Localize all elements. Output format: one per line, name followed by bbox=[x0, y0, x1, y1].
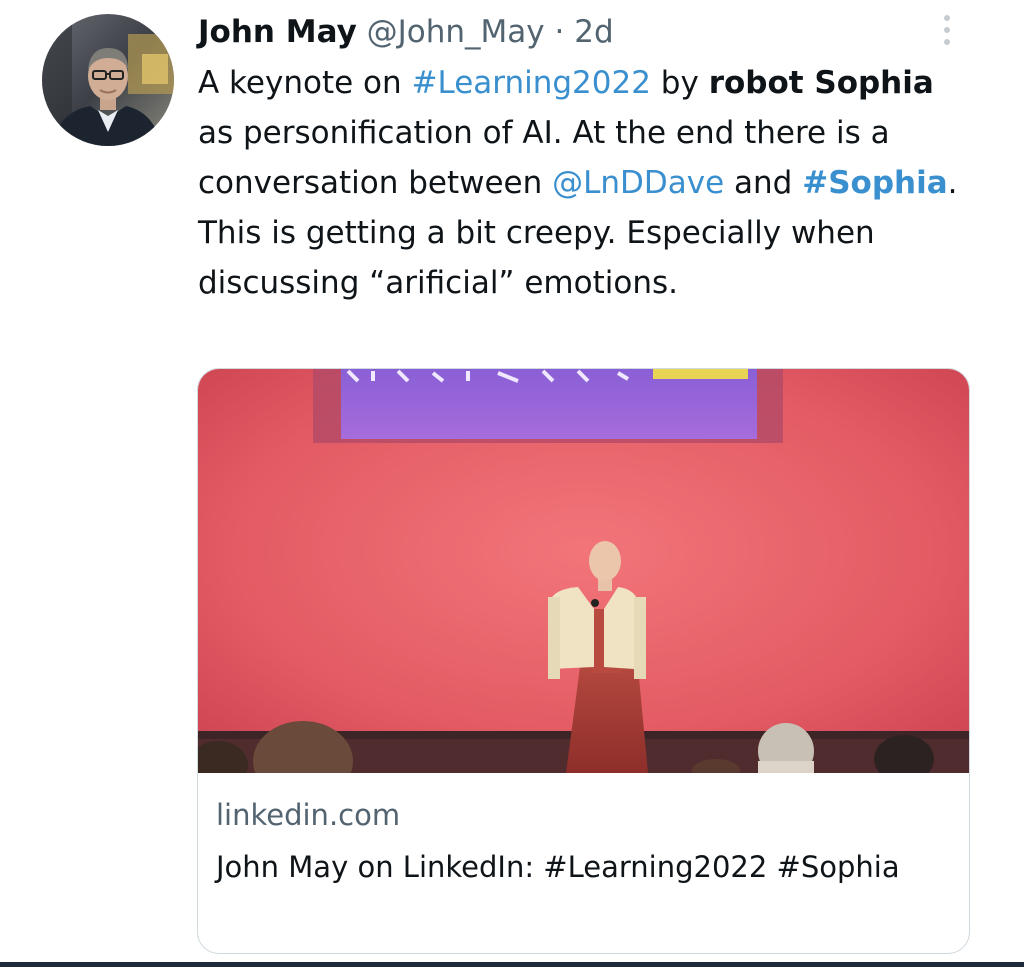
link-preview-card[interactable]: linkedin.com John May on LinkedIn: #Lear… bbox=[197, 368, 970, 954]
tweet-header: John May @John_May · 2d bbox=[198, 12, 614, 52]
card-image[interactable] bbox=[198, 369, 969, 773]
author-handle[interactable]: @John_May bbox=[367, 14, 545, 50]
tweet-text-bold: robot Sophia bbox=[708, 65, 934, 101]
mention-lnddave[interactable]: @LnDDave bbox=[552, 165, 724, 201]
tweet-timestamp[interactable]: 2d bbox=[574, 14, 613, 50]
tweet-text-part: A keynote on bbox=[198, 65, 412, 101]
author-name[interactable]: John May bbox=[198, 14, 357, 50]
card-title[interactable]: John May on LinkedIn: #Learning2022 #Sop… bbox=[216, 843, 936, 891]
photo-robot-sophia-on-stage bbox=[198, 369, 969, 773]
hashtag-sophia[interactable]: #Sophia bbox=[802, 165, 947, 201]
tweet-text-part: and bbox=[724, 165, 803, 201]
tweet[interactable]: John May @John_May · 2d A keynote on #Le… bbox=[0, 0, 1024, 967]
avatar[interactable] bbox=[42, 14, 174, 146]
tweet-text-part: by bbox=[650, 65, 709, 101]
header-separator: · bbox=[554, 14, 565, 50]
bottom-edge bbox=[0, 962, 1024, 967]
hashtag-learning2022[interactable]: #Learning2022 bbox=[412, 65, 651, 101]
tweet-text: A keynote on #Learning2022 by robot Soph… bbox=[198, 58, 968, 308]
card-domain: linkedin.com bbox=[216, 798, 401, 832]
more-vertical-icon[interactable] bbox=[935, 12, 959, 48]
